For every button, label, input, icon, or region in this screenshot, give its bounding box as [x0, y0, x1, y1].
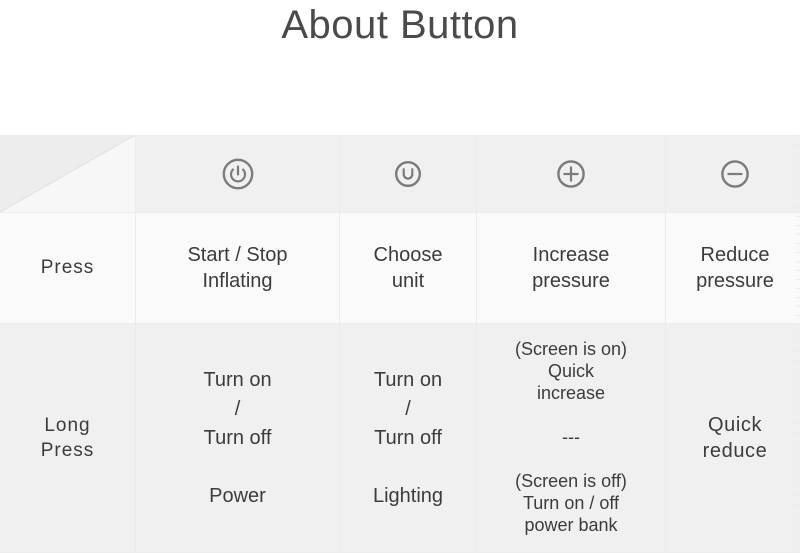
cell-long-press-increase: (Screen is on) Quick increase --- (Scree… — [477, 324, 666, 553]
cell-press-unit-text: Choose unit — [340, 242, 476, 295]
cell-press-increase: Increase pressure — [477, 213, 666, 324]
table-corner-cell — [0, 135, 136, 213]
row-label-press-text: Press — [0, 255, 135, 280]
minus-icon-wrapper — [666, 135, 800, 212]
plus-icon-wrapper — [477, 135, 665, 212]
row-label-press: Press — [0, 213, 136, 324]
cell-long-press-increase-text: (Screen is on) Quick increase --- (Scree… — [477, 339, 665, 537]
header-cell-unit — [340, 135, 477, 213]
unit-u-icon — [390, 156, 426, 192]
plus-icon — [553, 156, 589, 192]
cell-long-press-reduce: Quick reduce — [666, 324, 800, 553]
power-icon-wrapper — [136, 135, 339, 212]
cell-long-press-unit: Turn on / Turn off Lighting — [340, 324, 477, 553]
table-header-row — [0, 135, 800, 213]
button-function-table: Press Start / Stop Inflating Choose unit… — [0, 135, 800, 553]
power-icon — [220, 156, 256, 192]
row-label-long-press: Long Press — [0, 324, 136, 553]
row-label-long-press-text: Long Press — [0, 413, 135, 463]
cell-long-press-unit-text: Turn on / Turn off Lighting — [340, 366, 476, 511]
cell-press-reduce-text: Reduce pressure — [666, 242, 800, 295]
header-cell-increase — [477, 135, 666, 213]
minus-icon — [717, 156, 753, 192]
cell-press-unit: Choose unit — [340, 213, 477, 324]
cell-press-reduce: Reduce pressure — [666, 213, 800, 324]
cell-press-increase-text: Increase pressure — [477, 242, 665, 295]
cell-long-press-power-text: Turn on / Turn off Power — [136, 366, 339, 511]
cell-long-press-power: Turn on / Turn off Power — [136, 324, 340, 553]
table-row-long-press: Long Press Turn on / Turn off Power Turn… — [0, 324, 800, 553]
cell-press-power-text: Start / Stop Inflating — [136, 242, 339, 295]
header-cell-reduce — [666, 135, 800, 213]
header-cell-power — [136, 135, 340, 213]
cell-long-press-reduce-text: Quick reduce — [666, 412, 800, 465]
page-title: About Button — [0, 0, 800, 48]
table-row-press: Press Start / Stop Inflating Choose unit… — [0, 213, 800, 324]
unit-icon-wrapper — [340, 135, 476, 212]
cell-press-power: Start / Stop Inflating — [136, 213, 340, 324]
